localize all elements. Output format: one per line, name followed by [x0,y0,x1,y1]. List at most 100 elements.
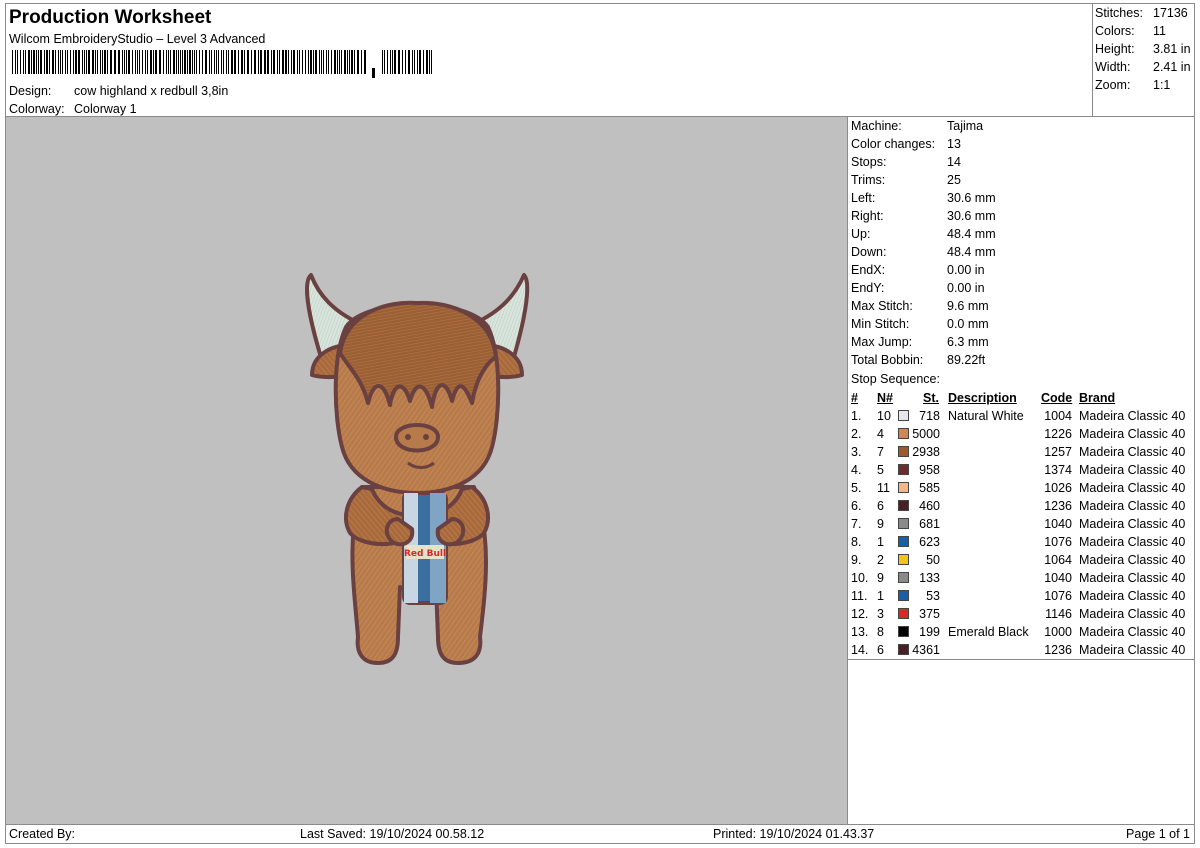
row-code: 1000 [1044,625,1072,639]
row-needle: 7 [877,445,884,459]
software-name: Wilcom EmbroideryStudio – Level 3 Advanc… [9,32,266,46]
worksheet-footer: Created By: Last Saved: 19/10/2024 00.58… [5,824,1195,844]
machine-info-label: Machine: [851,119,902,133]
row-brand: Madeira Classic 40 [1079,643,1186,657]
row-stitches: 585 [919,481,940,495]
color-swatch [898,410,909,421]
color-swatch [898,482,909,493]
row-num: 4. [851,463,862,477]
row-stitches: 375 [919,607,940,621]
row-description: Natural White [948,409,1024,423]
machine-info-label: EndY: [851,281,885,295]
machine-info-label: Trims: [851,173,886,187]
design-canvas: Red Bull [5,116,848,825]
machine-info-label: Up: [851,227,871,241]
color-swatch [898,518,909,529]
row-code: 1040 [1044,517,1072,531]
machine-info-label: Stops: [851,155,887,169]
row-num: 10. [851,571,869,585]
row-code: 1257 [1044,445,1072,459]
row-brand: Madeira Classic 40 [1079,553,1186,567]
row-needle: 4 [877,427,884,441]
machine-info-value: 0.00 in [947,263,985,277]
row-stitches: 199 [919,625,940,639]
row-code: 1236 [1044,499,1072,513]
machine-info-value: 30.6 mm [947,209,996,223]
design-value: cow highland x redbull 3,8in [74,84,229,98]
color-swatch [898,446,909,457]
row-code: 1076 [1044,535,1072,549]
color-swatch [898,644,909,655]
worksheet-header: Production Worksheet Wilcom EmbroiderySt… [5,3,1093,117]
color-swatch [898,626,909,637]
row-num: 14. [851,643,869,657]
page-title: Production Worksheet [9,7,212,28]
printed-date: Printed: 19/10/2024 01.43.37 [713,827,875,841]
last-saved: Last Saved: 19/10/2024 00.58.12 [300,827,485,841]
row-code: 1374 [1044,463,1072,477]
machine-info-label: Down: [851,245,887,259]
stat-value: 3.81 in [1153,42,1191,56]
row-stitches: 958 [919,463,940,477]
machine-info-value: Tajima [947,119,984,133]
row-needle: 6 [877,643,884,657]
row-stitches: 623 [919,535,940,549]
barcode [12,50,432,78]
row-needle: 6 [877,499,884,513]
color-swatch [898,536,909,547]
stop-sequence-title: Stop Sequence: [851,372,940,386]
row-num: 6. [851,499,862,513]
row-brand: Madeira Classic 40 [1079,571,1186,585]
design-preview: Red Bull [305,273,530,665]
col-brand: Brand [1079,391,1116,405]
machine-info-label: Total Bobbin: [851,353,924,367]
machine-info-value: 25 [947,173,961,187]
col-num: # [851,391,858,405]
stat-label: Zoom: [1095,78,1131,92]
row-code: 1076 [1044,589,1072,603]
row-stitches: 5000 [912,427,940,441]
row-code: 1064 [1044,553,1072,567]
row-num: 5. [851,481,862,495]
machine-info-value: 9.6 mm [947,299,989,313]
machine-info-label: Max Stitch: [851,299,913,313]
row-code: 1040 [1044,571,1072,585]
row-needle: 9 [877,571,884,585]
stats-box: Stitches: 17136 Colors: 11 Height: 3.81 in Wid… [1092,3,1195,117]
row-brand: Madeira Classic 40 [1079,625,1186,639]
machine-info-value: 14 [947,155,961,169]
row-code: 1004 [1044,409,1072,423]
stat-label: Width: [1095,60,1131,74]
machine-info-value: 89.22ft [947,353,986,367]
row-code: 1226 [1044,427,1072,441]
row-brand: Madeira Classic 40 [1079,427,1186,441]
stat-value: 11 [1153,24,1166,38]
stat-label: Colors: [1095,24,1135,38]
row-needle: 1 [877,589,884,603]
row-brand: Madeira Classic 40 [1079,409,1186,423]
row-needle: 9 [877,517,884,531]
row-stitches: 133 [919,571,940,585]
row-stitches: 4361 [912,643,940,657]
row-num: 12. [851,607,869,621]
row-stitches: 460 [919,499,940,513]
row-code: 1026 [1044,481,1072,495]
color-swatch [898,428,909,439]
row-num: 2. [851,427,862,441]
left-nostril [405,434,411,440]
machine-info-value: 13 [947,137,961,151]
row-needle: 5 [877,463,884,477]
can-label: Red Bull [404,549,446,559]
machine-info-label: Left: [851,191,876,205]
row-brand: Madeira Classic 40 [1079,517,1186,531]
machine-info-value: 0.00 in [947,281,985,295]
right-nostril [423,434,429,440]
page-number: Page 1 of 1 [1126,827,1190,841]
row-description: Emerald Black [948,625,1029,639]
stat-value: 2.41 in [1153,60,1191,74]
side-panel: Machine: Tajima Color changes: 13 Stops: 14 Tr… [847,116,1195,825]
created-by: Created By: [9,827,76,841]
colorway-value: Colorway 1 [74,102,137,116]
machine-info-value: 30.6 mm [947,191,996,205]
row-brand: Madeira Classic 40 [1079,607,1186,621]
